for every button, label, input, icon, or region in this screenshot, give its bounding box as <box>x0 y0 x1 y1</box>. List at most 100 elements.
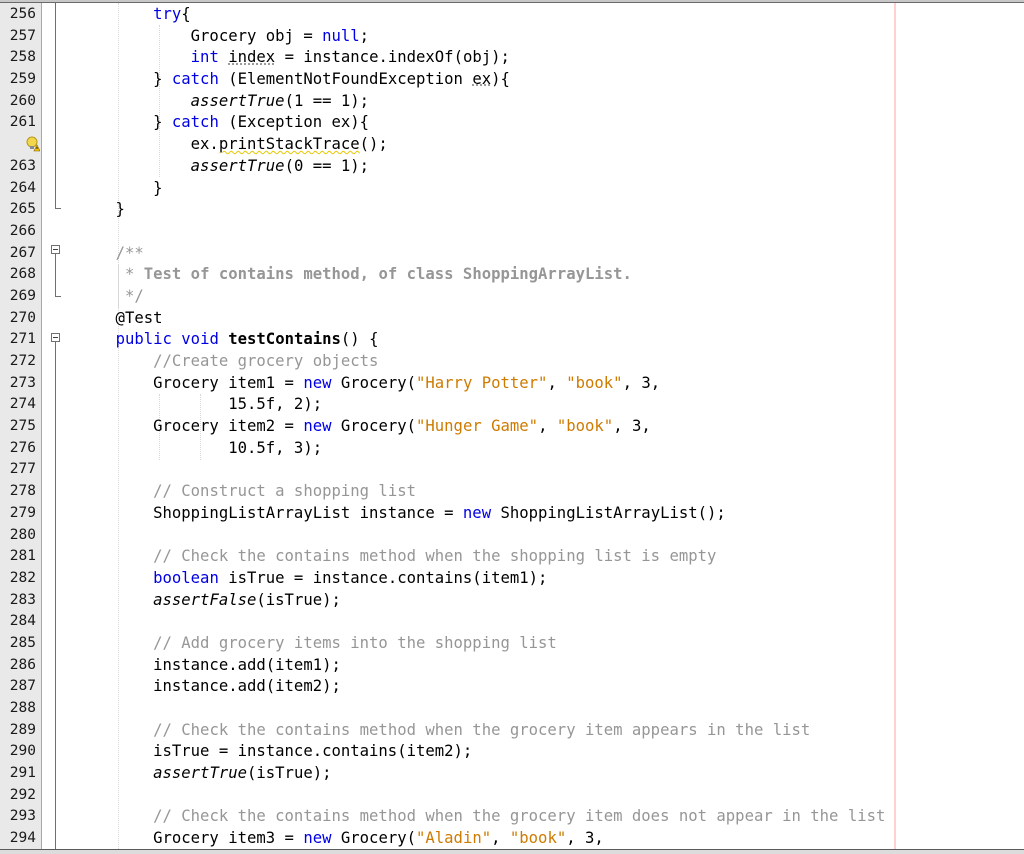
code-text: @Test <box>78 308 163 330</box>
line-number[interactable]: 280 <box>0 525 36 547</box>
line-number[interactable]: 286 <box>0 655 36 677</box>
code-line[interactable]: 283 assertFalse(isTrue); <box>0 590 1024 612</box>
line-number[interactable]: 276 <box>0 438 36 460</box>
line-number[interactable]: 257 <box>0 26 36 48</box>
code-line[interactable]: 275 Grocery item2 = new Grocery("Hunger … <box>0 416 1024 438</box>
line-number[interactable]: 260 <box>0 91 36 113</box>
line-number[interactable]: 264 <box>0 178 36 200</box>
line-number[interactable]: 269 <box>0 286 36 308</box>
code-line[interactable]: 278 // Construct a shopping list <box>0 481 1024 503</box>
code-line[interactable]: 267 /** <box>0 243 1024 265</box>
line-number[interactable]: 290 <box>0 741 36 763</box>
line-number[interactable]: 288 <box>0 698 36 720</box>
line-number[interactable]: 278 <box>0 481 36 503</box>
code-editor[interactable]: 256 try{257 Grocery obj = null; 258 int i… <box>0 4 1024 850</box>
line-number[interactable]: 281 <box>0 546 36 568</box>
code-line[interactable]: 266 <box>0 221 1024 243</box>
line-number[interactable]: 263 <box>0 156 36 178</box>
code-line[interactable]: 272 //Create grocery objects <box>0 351 1024 373</box>
code-line[interactable]: 258 int index = instance.indexOf(obj); <box>0 47 1024 69</box>
token: Grocery item3 = <box>78 829 304 848</box>
line-number[interactable]: 282 <box>0 568 36 590</box>
line-number[interactable]: 287 <box>0 676 36 698</box>
line-number[interactable]: 293 <box>0 806 36 828</box>
line-number[interactable]: 259 <box>0 69 36 91</box>
line-number[interactable]: 256 <box>0 4 36 26</box>
code-text: ex.printStackTrace(); <box>78 134 388 156</box>
line-number[interactable]: 270 <box>0 308 36 330</box>
line-number[interactable]: 279 <box>0 503 36 525</box>
code-line[interactable]: 277 <box>0 459 1024 481</box>
code-line[interactable]: 285 // Add grocery items into the shoppi… <box>0 633 1024 655</box>
code-text: } catch (Exception ex){ <box>78 112 369 134</box>
line-number[interactable]: 291 <box>0 763 36 785</box>
line-number[interactable]: 274 <box>0 394 36 416</box>
code-line[interactable]: 259 } catch (ElementNotFoundException ex… <box>0 69 1024 91</box>
code-text: assertTrue(0 == 1); <box>78 156 369 178</box>
code-line[interactable]: 263 assertTrue(0 == 1); <box>0 156 1024 178</box>
line-number[interactable]: 266 <box>0 221 36 243</box>
code-line[interactable]: 284 <box>0 611 1024 633</box>
code-line[interactable]: 260 assertTrue(1 == 1); <box>0 91 1024 113</box>
line-number[interactable]: 275 <box>0 416 36 438</box>
code-text: // Check the contains method when the sh… <box>78 546 716 568</box>
code-line[interactable]: 291 assertTrue(isTrue); <box>0 763 1024 785</box>
token: } <box>78 200 125 219</box>
code-line[interactable]: 274 15.5f, 2); <box>0 394 1024 416</box>
code-line[interactable]: 293 // Check the contains method when th… <box>0 806 1024 828</box>
token: , <box>547 373 567 392</box>
token-kw: public <box>115 330 172 349</box>
token: , 3, <box>613 417 651 436</box>
code-line[interactable]: 292 <box>0 785 1024 807</box>
line-number[interactable]: 261 <box>0 112 36 134</box>
code-line[interactable]: 264 } <box>0 178 1024 200</box>
line-number[interactable]: 265 <box>0 199 36 221</box>
code-line[interactable]: 271 public void testContains() { <box>0 329 1024 351</box>
code-line[interactable]: 268 * Test of contains method, of class … <box>0 264 1024 286</box>
token: { <box>181 5 191 23</box>
code-line[interactable]: 257 Grocery obj = null; <box>0 26 1024 48</box>
line-number[interactable]: 271 <box>0 329 36 351</box>
line-number[interactable]: 294 <box>0 828 36 850</box>
code-line[interactable]: 286 instance.add(item1); <box>0 655 1024 677</box>
code-line[interactable]: 265 } <box>0 199 1024 221</box>
line-number[interactable]: 284 <box>0 611 36 633</box>
token: ShoppingListArrayList(); <box>491 503 726 522</box>
code-line[interactable]: 282 boolean isTrue = instance.contains(i… <box>0 568 1024 590</box>
token-cm: // Construct a shopping list <box>153 482 416 501</box>
code-line[interactable]: 287 instance.add(item2); <box>0 676 1024 698</box>
code-line[interactable]: 269 */ <box>0 286 1024 308</box>
code-line[interactable]: 294 Grocery item3 = new Grocery("Aladin"… <box>0 828 1024 850</box>
code-line[interactable]: 288 <box>0 698 1024 720</box>
token: () { <box>340 330 379 349</box>
line-number[interactable]: 268 <box>0 264 36 286</box>
code-line[interactable]: 256 try{ <box>0 4 1024 26</box>
code-line[interactable]: 289 // Check the contains method when th… <box>0 720 1024 742</box>
line-number[interactable]: 267 <box>0 243 36 265</box>
line-number[interactable]: 289 <box>0 720 36 742</box>
line-number[interactable]: 272 <box>0 351 36 373</box>
line-number[interactable]: 273 <box>0 373 36 395</box>
code-line[interactable]: ex.printStackTrace(); <box>0 134 1024 156</box>
line-number[interactable]: 285 <box>0 633 36 655</box>
line-number[interactable]: 258 <box>0 47 36 69</box>
code-line[interactable]: 276 10.5f, 3); <box>0 438 1024 460</box>
line-number[interactable]: 283 <box>0 590 36 612</box>
code-line[interactable]: 281 // Check the contains method when th… <box>0 546 1024 568</box>
code-line[interactable]: 270 @Test <box>0 308 1024 330</box>
token-bold: testContains <box>228 330 341 349</box>
code-line[interactable]: 279 ShoppingListArrayList instance = new… <box>0 503 1024 525</box>
code-line[interactable]: 290 isTrue = instance.contains(item2); <box>0 741 1024 763</box>
code-line[interactable]: 280 <box>0 525 1024 547</box>
code-line[interactable]: 261 } catch (Exception ex){ <box>0 112 1024 134</box>
code-text: /** <box>78 243 144 265</box>
line-number[interactable]: 277 <box>0 459 36 481</box>
lightbulb-warning-icon[interactable] <box>26 136 41 152</box>
token-kw: catch <box>171 70 219 89</box>
code-line[interactable]: 273 Grocery item1 = new Grocery("Harry P… <box>0 373 1024 395</box>
line-number[interactable]: 292 <box>0 785 36 807</box>
